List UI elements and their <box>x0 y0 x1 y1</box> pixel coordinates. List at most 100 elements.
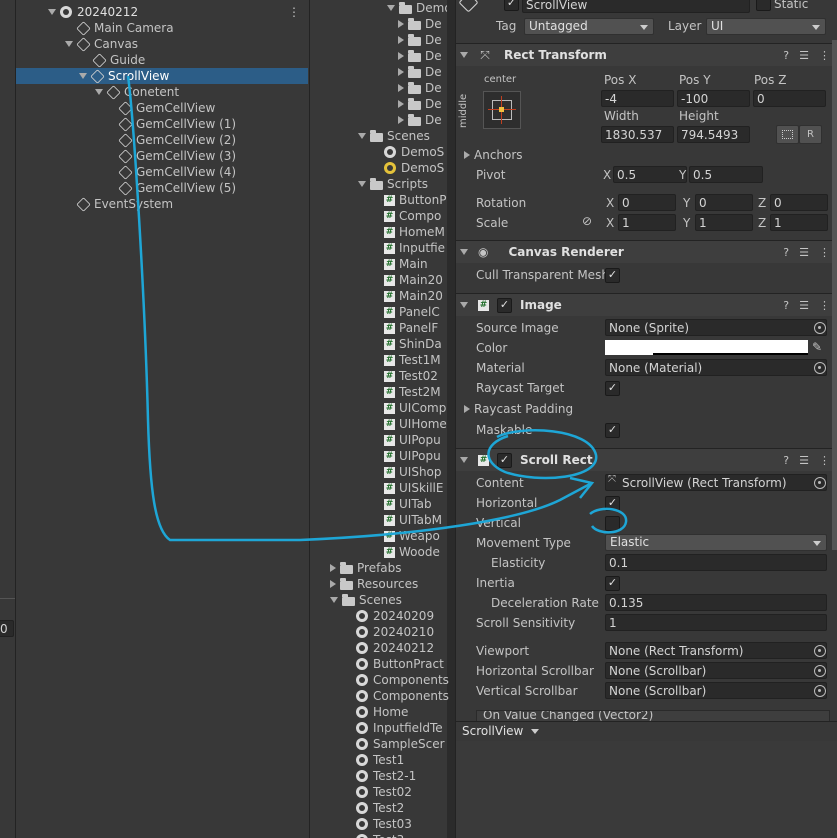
expand-arrow-icon[interactable] <box>460 302 468 308</box>
project-script-item[interactable]: # UIPopu <box>384 448 441 464</box>
layer-dropdown[interactable]: UI <box>706 18 826 35</box>
menu-icon[interactable]: ⋮ <box>819 299 830 312</box>
project-script-item[interactable]: # UISkillE <box>384 480 443 496</box>
collapse-arrow-icon[interactable] <box>464 405 470 413</box>
project-demo-child[interactable]: De <box>398 48 442 64</box>
project-script-item[interactable]: # Test1M <box>384 352 441 368</box>
collapse-arrow-icon[interactable] <box>330 580 336 588</box>
hierarchy-item-gemcellview-3[interactable]: GemCellView (3) <box>118 148 236 164</box>
scene-menu-icon[interactable]: ⋮ <box>288 4 300 20</box>
project-scrollbar[interactable] <box>447 0 455 838</box>
height-field[interactable]: 794.5493 <box>677 126 750 143</box>
scroll-rect-header[interactable]: # ✓ Scroll Rect ? ☰ ⋮ <box>456 448 837 471</box>
rot-z-field[interactable]: 0 <box>770 194 828 211</box>
preset-icon[interactable]: ☰ <box>799 49 809 62</box>
preview-object-dropdown[interactable]: ScrollView <box>462 724 523 738</box>
rot-y-field[interactable]: 0 <box>695 194 753 211</box>
project-script-item[interactable]: # PanelC <box>384 304 440 320</box>
anchor-preset-button[interactable] <box>483 91 521 129</box>
project-demo-child[interactable]: De <box>398 96 442 112</box>
preset-icon[interactable]: ☰ <box>799 299 809 312</box>
project-script-item[interactable]: # Woode <box>384 544 440 560</box>
chevron-down-icon[interactable] <box>531 729 539 734</box>
movement-type-dropdown[interactable]: Elastic <box>605 534 827 551</box>
project-script-item[interactable]: # ButtonP <box>384 192 446 208</box>
expand-arrow-icon[interactable] <box>65 41 73 47</box>
hierarchy-item-eventsystem[interactable]: EventSystem <box>76 196 173 212</box>
expand-arrow-icon[interactable] <box>95 89 103 95</box>
help-icon[interactable]: ? <box>783 49 789 62</box>
collapse-arrow-icon[interactable] <box>398 20 404 28</box>
project-script-item[interactable]: # ShinDa <box>384 336 442 352</box>
hierarchy-item-gemcellview-5[interactable]: GemCellView (5) <box>118 180 236 196</box>
edge-value-field[interactable]: 0 <box>0 620 14 637</box>
project-scene-item[interactable]: Test1 <box>356 752 404 768</box>
scale-x-field[interactable]: 1 <box>618 214 676 231</box>
project-demo-child[interactable]: De <box>398 64 442 80</box>
project-scene-item[interactable]: SampleScer <box>356 736 445 752</box>
viewport-field[interactable]: None (Rect Transform) <box>605 642 827 659</box>
expand-arrow-icon[interactable] <box>460 52 468 58</box>
collapse-arrow-icon[interactable] <box>464 151 470 159</box>
scale-y-field[interactable]: 1 <box>695 214 753 231</box>
project-demo-child[interactable]: De <box>398 16 442 32</box>
maskable-checkbox[interactable]: ✓ <box>605 423 620 438</box>
collapse-arrow-icon[interactable] <box>398 100 404 108</box>
elasticity-field[interactable]: 0.1 <box>605 554 827 571</box>
project-folder-scenes-sub[interactable]: Scenes <box>358 128 430 144</box>
project-scene-item[interactable]: 20240210 <box>356 624 434 640</box>
tag-dropdown[interactable]: Untagged <box>524 18 654 35</box>
project-script-item[interactable]: # Inputfie <box>384 240 445 256</box>
project-folder-resources[interactable]: Resources <box>330 576 418 592</box>
hierarchy-item-gemcellview-1[interactable]: GemCellView (1) <box>118 116 236 132</box>
rot-x-field[interactable]: 0 <box>618 194 676 211</box>
raw-edit-button[interactable]: R <box>799 125 822 144</box>
width-field[interactable]: 1830.537 <box>601 126 674 143</box>
project-scene-item[interactable]: ButtonPract <box>356 656 444 672</box>
project-folder-scripts[interactable]: Scripts <box>358 176 428 192</box>
project-script-item[interactable]: # UITab <box>384 496 432 512</box>
collapse-arrow-icon[interactable] <box>398 52 404 60</box>
help-icon[interactable]: ? <box>783 454 789 467</box>
constrain-link-icon[interactable]: ⊘ <box>582 214 592 228</box>
hierarchy-item-guide[interactable]: Guide <box>92 52 145 68</box>
preset-icon[interactable]: ☰ <box>799 454 809 467</box>
project-scene-item[interactable]: Test2-1 <box>356 768 416 784</box>
rect-transform-header[interactable]: ⤧ Rect Transform ? ☰ ⋮ <box>456 43 837 66</box>
hierarchy-item-gemcellview[interactable]: GemCellView <box>118 100 215 116</box>
hierarchy-item-conetent[interactable]: Conetent <box>95 84 179 100</box>
image-enabled-checkbox[interactable]: ✓ <box>497 297 512 313</box>
color-swatch[interactable] <box>605 340 808 355</box>
project-script-item[interactable]: # UITabM <box>384 512 442 528</box>
collapse-arrow-icon[interactable] <box>398 68 404 76</box>
material-field[interactable]: None (Material) <box>605 359 827 376</box>
inspector-scrollbar[interactable] <box>832 40 837 550</box>
project-script-item[interactable]: # Main20 <box>384 288 443 304</box>
preset-icon[interactable]: ☰ <box>799 246 809 259</box>
project-scene-item[interactable]: Components <box>356 688 449 704</box>
project-folder-demo[interactable]: Demo <box>387 0 452 16</box>
raycast-target-checkbox[interactable]: ✓ <box>605 381 620 396</box>
expand-arrow-icon[interactable] <box>460 249 468 255</box>
project-scene-item[interactable]: Components <box>356 672 449 688</box>
project-script-item[interactable]: # PanelF <box>384 320 438 336</box>
image-header[interactable]: # ✓ Image ? ☰ ⋮ <box>456 293 837 316</box>
content-field[interactable]: ScrollView (Rect Transform) <box>605 474 827 491</box>
raycast-padding-foldout[interactable]: Raycast Padding <box>464 401 573 417</box>
expand-arrow-icon[interactable] <box>48 9 56 15</box>
project-script-item[interactable]: # Test02 <box>384 368 438 384</box>
hierarchy-item-gemcellview-2[interactable]: GemCellView (2) <box>118 132 236 148</box>
expand-arrow-icon[interactable] <box>387 5 395 11</box>
project-script-item[interactable]: # Main20 <box>384 272 443 288</box>
project-script-item[interactable]: # UIComp <box>384 400 446 416</box>
project-scene-demos-1[interactable]: DemoS <box>384 144 444 160</box>
scale-z-field[interactable]: 1 <box>770 214 828 231</box>
static-checkbox[interactable] <box>756 0 771 11</box>
inertia-checkbox[interactable]: ✓ <box>605 576 620 591</box>
hierarchy-item-canvas[interactable]: Canvas <box>65 36 138 52</box>
collapse-arrow-icon[interactable] <box>330 564 336 572</box>
object-picker-icon[interactable] <box>814 685 826 697</box>
project-script-item[interactable]: # Main <box>384 256 428 272</box>
project-script-item[interactable]: # Weapo <box>384 528 440 544</box>
active-checkbox[interactable]: ✓ <box>504 0 519 11</box>
